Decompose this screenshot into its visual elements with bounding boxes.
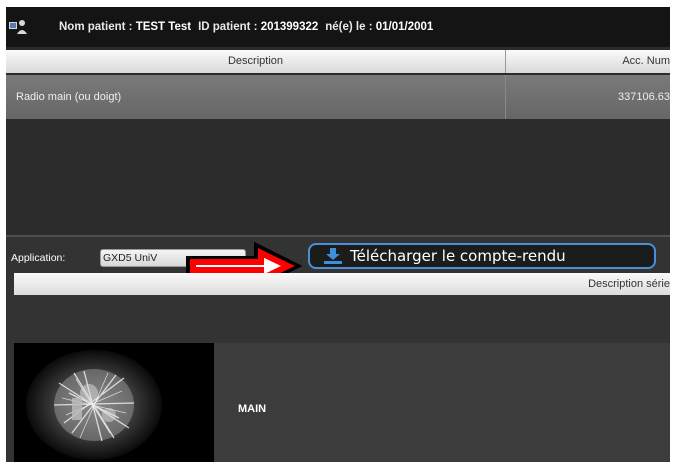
- column-header-description[interactable]: Description: [6, 50, 506, 73]
- download-report-label: Télécharger le compte-rendu: [350, 247, 566, 265]
- table-row[interactable]: MAIN: [214, 343, 670, 462]
- series-column-header[interactable]: Description série: [14, 273, 670, 295]
- download-report-button[interactable]: Télécharger le compte-rendu: [308, 243, 656, 269]
- viewer-window: Nom patient : TEST Test ID patient : 201…: [6, 7, 670, 462]
- download-icon: [324, 248, 342, 264]
- birth-date-label: né(e) le :: [325, 21, 373, 33]
- birth-date: 01/01/2001: [375, 21, 434, 33]
- column-header-acc-num[interactable]: Acc. Num: [506, 50, 670, 73]
- patient-header: Nom patient : TEST Test ID patient : 201…: [6, 7, 670, 47]
- patient-icon: [9, 19, 29, 35]
- patient-name-label: Nom patient :: [59, 21, 133, 33]
- patient-id-label: ID patient :: [198, 21, 258, 33]
- series-panel: Application: GXD5 UniV Télécharger le co…: [6, 235, 670, 462]
- series-description-cell: MAIN: [238, 403, 267, 415]
- table-row[interactable]: Radio main (ou doigt) 337106.63: [6, 75, 670, 119]
- application-label: Application:: [11, 252, 66, 264]
- patient-name: TEST Test: [135, 21, 192, 33]
- study-table-empty-area: [6, 119, 670, 235]
- study-acc-num-cell: 337106.63: [618, 91, 670, 103]
- study-table-header: Description Acc. Num: [6, 50, 670, 73]
- patient-id: 201399322: [260, 21, 319, 33]
- study-description-cell: Radio main (ou doigt): [6, 75, 506, 119]
- hand-xray-thumbnail[interactable]: [14, 343, 214, 462]
